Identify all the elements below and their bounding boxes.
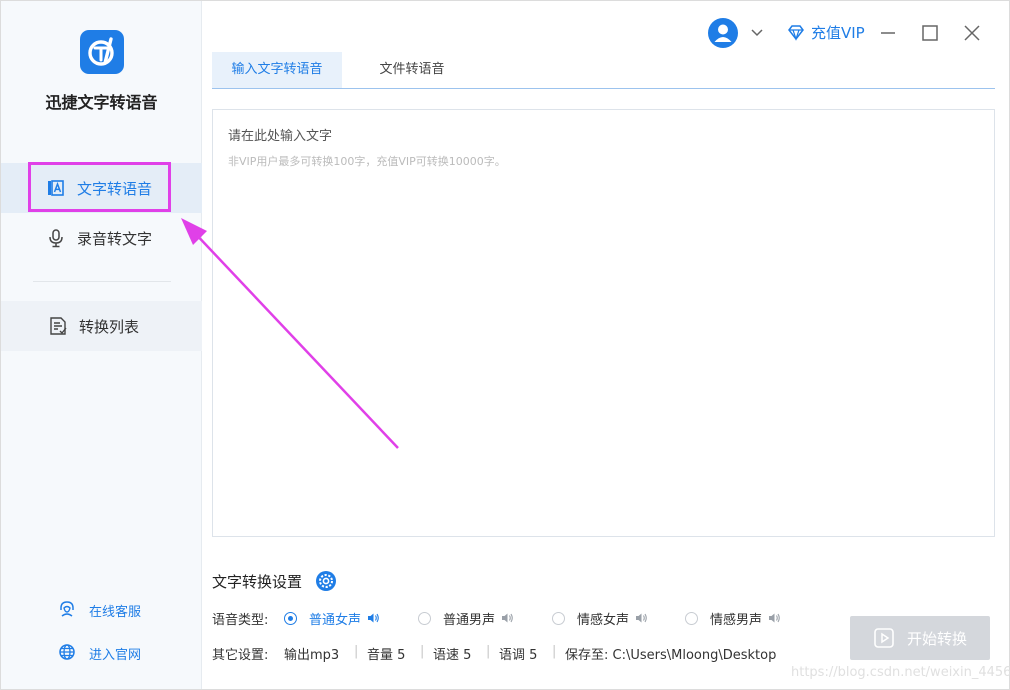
vip-label: 充值VIP bbox=[811, 23, 865, 42]
globe-icon bbox=[59, 644, 75, 660]
close-icon[interactable] bbox=[962, 23, 982, 43]
separator: | bbox=[486, 644, 491, 659]
sidebar-item-label: 录音转文字 bbox=[77, 229, 153, 248]
radio-unselected[interactable] bbox=[552, 611, 565, 625]
volume-setting[interactable]: 音量 5 bbox=[367, 644, 405, 663]
maximize-icon[interactable] bbox=[920, 23, 940, 43]
official-site-link[interactable]: 进入官网 bbox=[1, 641, 202, 663]
output-format-setting[interactable]: 输出mp3 bbox=[284, 644, 339, 663]
radio-unselected[interactable] bbox=[685, 611, 698, 625]
minimize-icon[interactable] bbox=[878, 23, 898, 43]
voice-option-label: 情感女声 bbox=[577, 612, 630, 628]
sidebar-item-conversion-list[interactable]: 转换列表 bbox=[1, 301, 202, 351]
tab-input-text[interactable]: 输入文字转语音 bbox=[212, 52, 342, 88]
start-conversion-button[interactable]: 开始转换 bbox=[850, 616, 990, 660]
sidebar-item-label: 转换列表 bbox=[79, 317, 140, 336]
watermark: https://blog.csdn.net/weixin_44569520 bbox=[791, 665, 1010, 680]
voice-option-normal-female[interactable]: 普通女声 bbox=[284, 608, 380, 628]
speaker-icon[interactable] bbox=[767, 611, 781, 625]
other-settings-label: 其它设置: bbox=[212, 648, 269, 663]
play-icon bbox=[874, 628, 894, 648]
voice-type-label: 语音类型: bbox=[212, 613, 269, 628]
online-service-label: 在线客服 bbox=[89, 605, 142, 620]
annotation-highlight-box bbox=[28, 162, 171, 212]
voice-option-emotional-male[interactable]: 情感男声 bbox=[685, 608, 781, 628]
voice-option-emotional-female[interactable]: 情感女声 bbox=[552, 608, 648, 628]
text-input-area[interactable]: 请在此处输入文字 非VIP用户最多可转换100字，充值VIP可转换10000字。 bbox=[212, 109, 995, 537]
chevron-down-icon[interactable] bbox=[750, 25, 764, 39]
pitch-setting[interactable]: 语调 5 bbox=[499, 644, 537, 663]
official-site-label: 进入官网 bbox=[89, 648, 142, 663]
sidebar-item-speech-to-text[interactable]: 录音转文字 bbox=[1, 213, 202, 263]
save-path-setting[interactable]: 保存至: C:\Users\Mloong\Desktop bbox=[565, 644, 776, 663]
online-service-link[interactable]: 在线客服 bbox=[1, 598, 202, 620]
radio-selected[interactable] bbox=[284, 611, 297, 625]
mode-tabs: 输入文字转语音 文件转语音 bbox=[212, 52, 995, 89]
voice-option-label: 普通男声 bbox=[443, 612, 496, 628]
separator: | bbox=[354, 644, 359, 659]
speaker-icon[interactable] bbox=[366, 611, 380, 625]
separator: | bbox=[420, 644, 425, 659]
app-window: 迅捷文字转语音 文字转语音 录音转文字 转换列表 在线客服 进入官网 充值VIP… bbox=[0, 0, 1010, 690]
diamond-icon bbox=[788, 25, 804, 41]
app-name: 迅捷文字转语音 bbox=[45, 93, 158, 112]
settings-title: 文字转换设置 bbox=[212, 573, 303, 591]
speed-setting[interactable]: 语速 5 bbox=[433, 644, 471, 663]
sidebar: 迅捷文字转语音 文字转语音 录音转文字 转换列表 在线客服 进入官网 bbox=[1, 1, 202, 689]
voice-option-normal-male[interactable]: 普通男声 bbox=[418, 608, 514, 628]
gear-icon[interactable] bbox=[315, 570, 337, 592]
recharge-vip-button[interactable]: 充值VIP bbox=[787, 21, 865, 43]
start-button-label: 开始转换 bbox=[906, 629, 967, 648]
headset-icon bbox=[60, 601, 74, 617]
app-logo-icon bbox=[80, 30, 124, 74]
user-icon bbox=[714, 24, 732, 42]
user-avatar[interactable] bbox=[708, 18, 738, 48]
speaker-icon[interactable] bbox=[500, 611, 514, 625]
voice-option-label: 普通女声 bbox=[309, 612, 362, 628]
document-list-icon bbox=[50, 317, 67, 335]
sidebar-divider bbox=[33, 281, 171, 282]
editor-limit-hint: 非VIP用户最多可转换100字，充值VIP可转换10000字。 bbox=[228, 155, 506, 168]
radio-unselected[interactable] bbox=[418, 611, 431, 625]
voice-option-label: 情感男声 bbox=[710, 612, 763, 628]
tab-file-to-speech[interactable]: 文件转语音 bbox=[352, 52, 472, 88]
editor-placeholder: 请在此处输入文字 bbox=[228, 129, 333, 144]
separator: | bbox=[552, 644, 557, 659]
microphone-icon bbox=[49, 229, 63, 248]
speaker-icon[interactable] bbox=[634, 611, 648, 625]
